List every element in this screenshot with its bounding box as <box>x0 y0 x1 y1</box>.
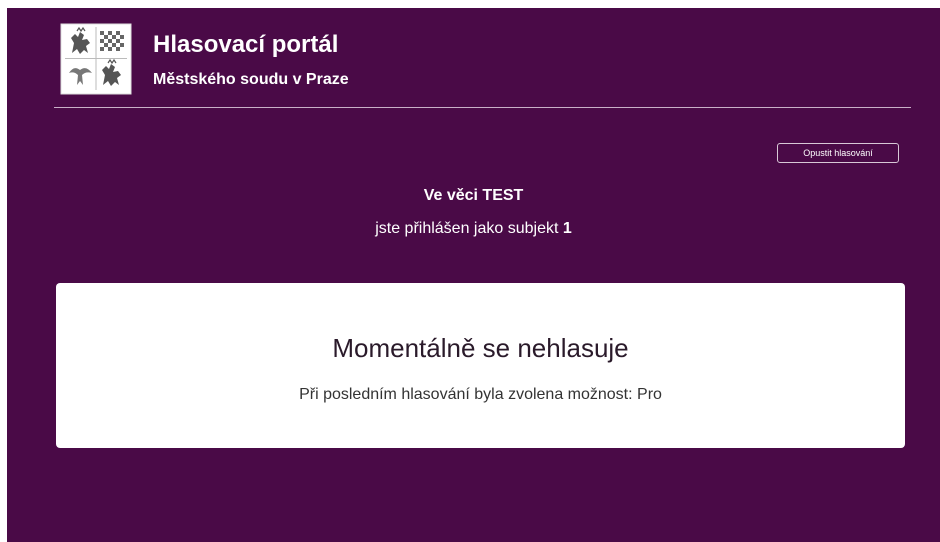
login-prefix: jste přihlášen jako subjekt <box>375 220 559 237</box>
voting-status-card: Momentálně se nehlasuje Při posledním hl… <box>56 283 905 448</box>
status-title: Momentálně se nehlasuje <box>332 333 629 363</box>
page-title: Hlasovací portál <box>153 31 339 58</box>
subject-number: 1 <box>562 220 572 237</box>
app-window: Hlasovací portál Městského soudu v Praze… <box>7 8 940 542</box>
login-info: jste přihlášen jako subjekt 1 <box>7 218 940 240</box>
header: Hlasovací portál Městského soudu v Praze <box>7 8 940 108</box>
leave-voting-button[interactable]: Opustit hlasování <box>777 143 899 163</box>
case-info: Ve věci TEST <box>7 185 940 207</box>
header-divider <box>54 107 911 108</box>
czech-coat-of-arms-icon <box>60 23 132 95</box>
case-prefix: Ve věci <box>423 187 478 204</box>
page-subtitle: Městského soudu v Praze <box>153 71 349 88</box>
case-name: TEST <box>482 187 524 204</box>
last-vote-text: Při posledním hlasování byla zvolena mož… <box>299 386 662 403</box>
